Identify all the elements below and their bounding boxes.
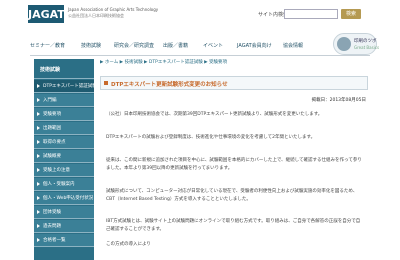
sidebar-title: 技術試験 — [34, 59, 94, 79]
badge-title: 印刷のツボ — [354, 39, 377, 44]
nav-item-about[interactable]: 協会情報 — [283, 42, 303, 49]
paragraph: 試験形式について、コンピューター対応が日常化している現在で、受験者の利便性向上お… — [106, 189, 358, 202]
sidebar-item-label: 試験概要 — [43, 154, 61, 159]
title-square-icon — [104, 81, 108, 85]
arrow-icon — [37, 154, 40, 158]
promo-badge[interactable]: 印刷のツボ Great Basics — [333, 33, 380, 55]
badge-subtitle: Great Basics — [354, 45, 380, 50]
nav-item-exam[interactable]: 技術試験 — [81, 42, 101, 49]
arrow-icon — [37, 112, 40, 116]
sidebar-item-points[interactable]: 取得の要点 — [34, 136, 94, 149]
sidebar-item-individual-guide[interactable]: 個人・受験案内 — [34, 178, 94, 191]
search-button[interactable]: 検索 — [341, 9, 361, 19]
nav-divider — [30, 55, 370, 56]
sidebar-item-passers[interactable]: 合格者一覧 — [34, 234, 94, 247]
arrow-icon — [37, 182, 40, 186]
sidebar-item-label: DTPエキスパート認証試験 — [43, 84, 97, 89]
sidebar-item-requirements[interactable]: 受験要項 — [34, 108, 94, 121]
page-title-box: DTPエキスパート更新試験形式変更のお知らせ — [100, 76, 368, 90]
sidebar-item-past-questions[interactable]: 過去問題 — [34, 220, 94, 233]
nav-item-events[interactable]: イベント — [203, 42, 223, 49]
site-header: JAGAT Japan Association of Graphic Arts … — [0, 0, 400, 36]
paragraph: 従来は、この間に新規に追加された項目を中心に、試験範囲を本格的にカバーした上で、… — [106, 158, 362, 171]
sidebar-item-label: 出題範囲 — [43, 126, 61, 131]
sidebar-item-web-apply[interactable]: 個人・Web申込受付状況 — [34, 192, 94, 205]
badge-icon — [337, 37, 351, 51]
top-navigation: セミナー／教育 技術試験 研究会／研究調査 出版／書籍 イベント JAGAT会員… — [30, 38, 325, 54]
page-title: DTPエキスパート更新試験形式変更のお知らせ — [111, 82, 228, 88]
main-content: ▶ ホーム ▶ 技術試験 ▶ DTPエキスパート認証試験 ▶ 受験要項 DTPエ… — [98, 59, 370, 260]
sidebar-item-label: 受験要項 — [43, 112, 61, 117]
sidebar: 技術試験 DTPエキスパート認証試験 入門編 受験要項 出題範囲 取得の要点 試… — [34, 59, 97, 260]
arrow-icon — [37, 168, 40, 172]
logo-subtitle: Japan Association of Graphic Arts Techno… — [68, 7, 159, 12]
sidebar-item-label: 過去問題 — [43, 224, 61, 229]
sidebar-item-overview[interactable]: 試験概要 — [34, 150, 94, 163]
arrow-icon — [37, 224, 40, 228]
arrow-icon — [37, 196, 40, 200]
arrow-icon — [37, 98, 40, 102]
arrow-icon — [37, 140, 40, 144]
nav-item-publishing[interactable]: 出版／書籍 — [163, 42, 188, 49]
sidebar-item-label: 取得の要点 — [43, 140, 66, 145]
nav-item-research[interactable]: 研究会／研究調査 — [114, 42, 154, 49]
logo-subtitle-jp: 公益社団法人日本印刷技術協会 — [68, 13, 124, 18]
sidebar-item-notes[interactable]: 受験上の注意 — [34, 164, 94, 177]
sidebar-title-label: 技術試験 — [40, 67, 61, 73]
arrow-icon — [37, 126, 40, 130]
arrow-icon — [37, 84, 40, 88]
nav-item-seminar[interactable]: セミナー／教育 — [30, 42, 65, 49]
sidebar-item-label: 受験上の注意 — [43, 168, 70, 173]
sidebar-item-label: 合格者一覧 — [43, 238, 66, 243]
sidebar-item-group[interactable]: 団体受験 — [34, 206, 94, 219]
arrow-icon — [37, 210, 40, 214]
arrow-icon — [37, 238, 40, 242]
sidebar-item-label: 入門編 — [43, 98, 57, 103]
sidebar-item-dtp-expert[interactable]: DTPエキスパート認証試験 — [34, 80, 97, 93]
paragraph: DTPエキスパートの試験および登録制度は、技術進化や仕事環境の変化を考慮して2年… — [106, 135, 316, 140]
publish-date: 掲載日：2013年08月05日 — [311, 98, 366, 103]
nav-item-members[interactable]: JAGAT会員向け — [237, 42, 272, 49]
breadcrumb[interactable]: ▶ ホーム ▶ 技術試験 ▶ DTPエキスパート認証試験 ▶ 受験要項 — [100, 59, 227, 65]
site-logo[interactable]: JAGAT — [28, 5, 65, 23]
sidebar-item-label: 団体受験 — [43, 210, 61, 215]
sidebar-item-label: 個人・Web申込受付状況 — [43, 196, 94, 201]
paragraph: この方式の導入により — [106, 242, 151, 247]
sidebar-item-label: 個人・受験案内 — [43, 182, 75, 187]
search-input[interactable] — [284, 9, 338, 19]
sidebar-item-intro[interactable]: 入門編 — [34, 94, 94, 107]
paragraph: （公社）日本印刷技術協会では、次期第39回DTPエキスパート更新試験より、試験形… — [106, 112, 323, 117]
logo-text: JAGAT — [28, 8, 65, 21]
sidebar-item-scope[interactable]: 出題範囲 — [34, 122, 94, 135]
paragraph: IBT方式試験とは、試験サイト上の試験問題にオンラインで取り組む方式です。取り組… — [106, 219, 361, 232]
